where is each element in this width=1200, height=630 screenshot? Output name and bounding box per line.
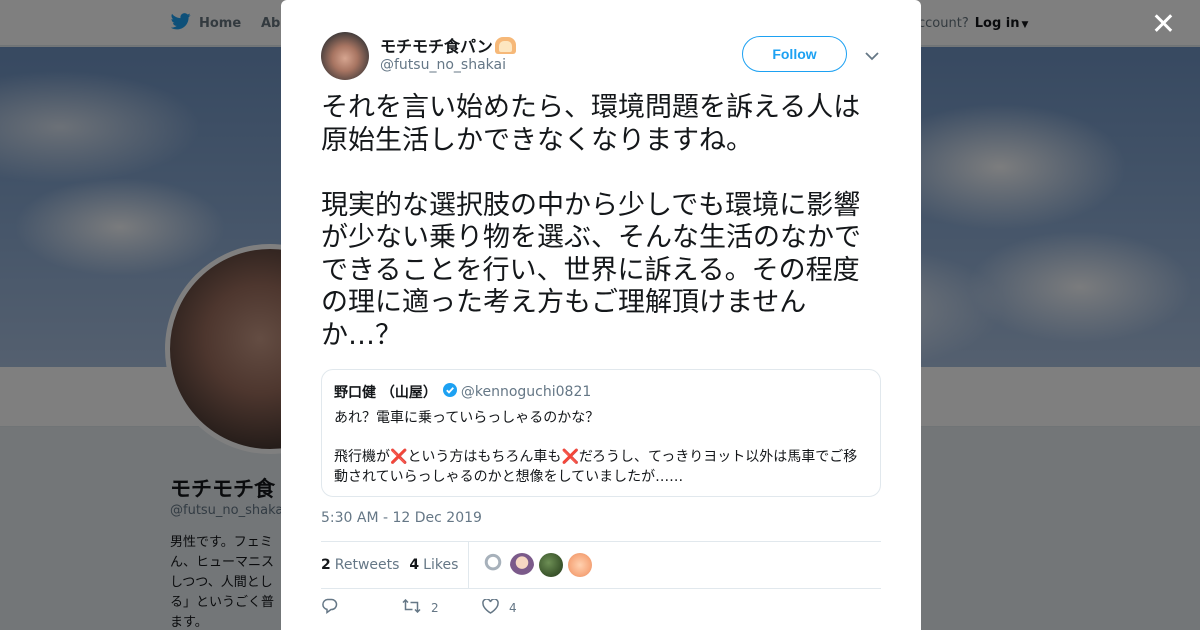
stats-divider	[468, 542, 470, 588]
tweet-modal: モチモチ食パン @futsu_no_shakai Follow それを言い始めた…	[281, 0, 921, 630]
liker-avatar[interactable]	[539, 553, 564, 577]
reply-button[interactable]	[321, 598, 402, 617]
retweets-count: 2	[321, 557, 331, 573]
liker-avatar[interactable]	[510, 553, 535, 577]
like-action-count: 4	[509, 600, 517, 615]
close-icon[interactable]: ✕	[1151, 10, 1176, 40]
author-avatar[interactable]	[321, 32, 369, 80]
likes-label: Likes	[423, 557, 459, 573]
quoted-line: 動されていらっしゃるのかと想像をしていましたが……	[334, 469, 684, 485]
likes-stat[interactable]: 4 Likes	[409, 557, 458, 573]
retweet-icon	[402, 598, 421, 616]
retweets-label: Retweets	[334, 557, 400, 573]
follow-button[interactable]: Follow	[742, 36, 847, 72]
quoted-tweet[interactable]: 野口健 （山屋） @kennoguchi0821 あれ？電車に乗っていらっしゃる…	[321, 369, 881, 497]
quoted-line: 飛行機が❌という方はもちろん車も❌だろうし、てっきりヨット以外は馬車でご移	[334, 447, 868, 467]
liker-avatar[interactable]	[481, 553, 506, 577]
likes-count: 4	[409, 557, 420, 573]
liker-avatar[interactable]	[568, 553, 593, 577]
cross-mark-icon: ❌	[561, 449, 579, 465]
chevron-down-icon[interactable]	[865, 46, 879, 65]
author-handle[interactable]: @futsu_no_shakai	[380, 57, 506, 73]
retweet-action-count: 2	[431, 600, 439, 615]
quoted-line: あれ？電車に乗っていらっしゃるのかな？	[334, 410, 600, 426]
bread-emoji-icon	[494, 37, 516, 54]
quoted-author-handle: @kennoguchi0821	[460, 384, 592, 400]
quoted-tweet-text: あれ？電車に乗っていらっしゃるのかな？ 飛行機が❌という方はもちろん車も❌だろう…	[334, 408, 868, 487]
reply-icon	[321, 598, 338, 617]
verified-badge-icon	[442, 383, 457, 401]
tweet-actions: 2 4	[321, 597, 517, 617]
quoted-tweet-header: 野口健 （山屋） @kennoguchi0821	[334, 382, 868, 402]
author-name[interactable]: モチモチ食パン	[380, 33, 516, 57]
like-button[interactable]: 4	[482, 597, 517, 617]
quoted-text-fragment: という方はもちろん車も	[407, 449, 562, 465]
retweet-button[interactable]: 2	[402, 598, 482, 616]
author-name-text: モチモチ食パン	[380, 37, 493, 56]
heart-icon	[482, 597, 499, 617]
quoted-text-fragment: だろうし、てっきりヨット以外は馬車でご移	[578, 449, 858, 465]
tweet-timestamp[interactable]: 5:30 AM - 12 Dec 2019	[321, 510, 482, 526]
tweet-stats: 2 Retweets 4 Likes	[321, 541, 881, 589]
tweet-text: それを言い始めたら、環境問題を訴える人は 原始生活しかできなくなりますね。 現実…	[321, 92, 861, 351]
quoted-author-name: 野口健 （山屋）	[334, 385, 437, 401]
cross-mark-icon: ❌	[390, 449, 408, 465]
quoted-text-fragment: 飛行機が	[334, 449, 390, 465]
retweets-stat[interactable]: 2 Retweets	[321, 557, 399, 573]
